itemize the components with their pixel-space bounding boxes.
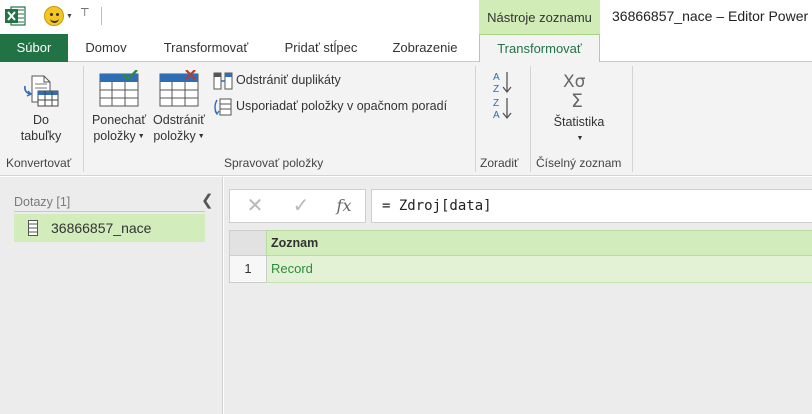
reverse-items-button[interactable]: Usporiadať položky v opačnom poradí [213,96,447,116]
query-item-label: 36866857_nace [51,220,152,236]
svg-text:Z: Z [493,84,499,94]
to-table-icon [24,75,59,107]
keep-items-icon [99,69,139,107]
svg-text:Χσ: Χσ [563,72,586,92]
tab-home[interactable]: Domov [73,34,139,62]
reverse-items-icon [214,98,232,116]
statistics-icon: Χσ Σ [563,72,586,112]
group-label-manage-items: Spravovať položky [224,156,324,170]
group-label-convert: Konvertovať [6,156,72,170]
remove-items-button[interactable]: Odstrániť položky ▼ [150,69,208,145]
group-label-sort: Zoradiť [480,156,519,170]
window-title: 36866857_nace – Editor Power [612,8,809,24]
group-label-numeric-list: Číselný zoznam [536,156,622,170]
remove-duplicates-label: Odstrániť duplikáty [236,73,341,87]
keep-items-label-1: Ponechať [91,113,147,127]
chevron-down-icon: ▼ [197,132,205,140]
chevron-down-icon: ▼ [576,134,584,142]
statistics-label: Štatistika [553,115,605,129]
chevron-down-icon: ▼ [137,132,145,140]
group-separator [632,66,633,172]
queries-pane: Dotazy [1] ❮ 36866857_nace [0,177,223,414]
title-bar: ▼ ⊤ Nástroje zoznamu 36866857_nace – Edi… [0,0,812,34]
customize-toolbar-icon[interactable]: ⊤ [80,8,90,19]
svg-text:A: A [493,72,500,83]
keep-items-button[interactable]: Ponechať položky ▼ [90,69,148,145]
formula-bar-buttons: ✕ ✓ fx [229,189,366,223]
ribbon: Do tabuľky Konvertovať Ponechať položky ▼ [0,62,812,176]
sort-ascending-icon[interactable]: A Z [492,70,514,94]
tab-file[interactable]: Súbor [0,34,68,62]
cancel-icon[interactable]: ✕ [243,195,267,217]
to-table-label-1: Do [33,113,49,127]
main-area: ✕ ✓ fx = Zdroj[data] Zoznam 1 Record [224,177,812,414]
query-item[interactable]: 36866857_nace [14,214,205,242]
power-query-editor-window: ▼ ⊤ Nástroje zoznamu 36866857_nace – Edi… [0,0,812,414]
formula-input[interactable]: = Zdroj[data] [371,189,812,223]
tab-transform[interactable]: Transformovať [152,34,260,62]
reverse-items-label: Usporiadať položky v opačnom poradí [236,99,448,113]
confirm-icon[interactable]: ✓ [289,195,313,217]
remove-duplicates-button[interactable]: Odstrániť duplikáty [213,70,341,90]
smiley-feedback-icon[interactable] [44,6,64,26]
tab-list-transform[interactable]: Transformovať [479,34,600,63]
svg-text:A: A [493,110,500,120]
tab-view[interactable]: Zobrazenie [381,34,469,62]
statistics-button[interactable]: Χσ Σ Štatistika ▼ [548,70,610,147]
sort-descending-icon[interactable]: Z A [492,96,514,120]
function-icon[interactable]: fx [332,195,356,217]
queries-header: Dotazy [1] [14,195,71,209]
to-table-label-2: tabuľky [20,129,62,143]
keep-items-label-2: položky [93,129,136,143]
queries-divider [14,211,205,212]
grid-corner[interactable] [229,230,266,256]
remove-items-label-2: položky [153,129,196,143]
collapse-pane-icon[interactable]: ❮ [201,191,214,209]
group-separator [530,66,531,172]
row-number: 1 [229,256,266,283]
group-separator [83,66,84,172]
ribbon-tabs: Súbor Domov Transformovať Pridať stĺpec … [0,34,812,63]
remove-duplicates-icon [213,72,233,90]
list-query-icon [28,220,38,236]
to-table-button[interactable]: Do tabuľky [14,74,68,144]
remove-items-label-1: Odstrániť [153,113,205,127]
svg-text:Σ: Σ [571,90,583,110]
table-row: 1 Record [229,256,812,283]
tab-add-column[interactable]: Pridať stĺpec [273,34,369,62]
svg-text:Z: Z [493,98,499,109]
group-separator [475,66,476,172]
column-header[interactable]: Zoznam [266,230,812,256]
toolbar-separator [101,7,102,25]
remove-items-icon [159,69,199,107]
smiley-dropdown-icon[interactable]: ▼ [66,13,73,20]
record-cell[interactable]: Record [266,256,812,283]
excel-logo-icon [5,6,26,26]
context-tab-header: Nástroje zoznamu [479,0,600,34]
grid-header-row: Zoznam [229,230,812,256]
